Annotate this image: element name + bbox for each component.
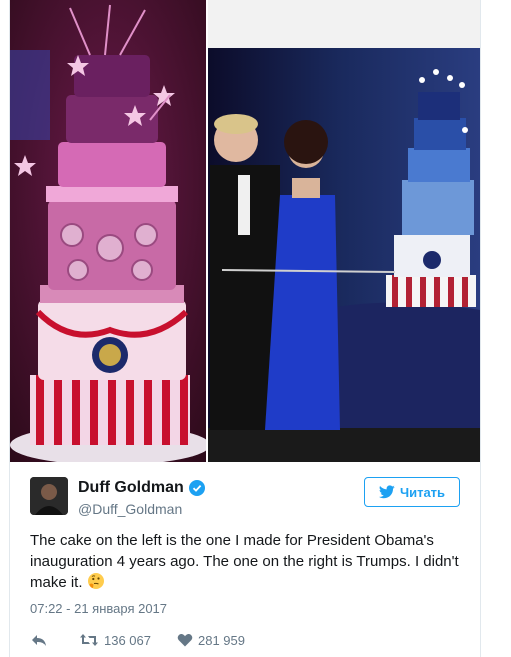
cake-comparison-image: [10, 0, 480, 462]
obama-cake-photo: [10, 0, 210, 462]
verified-badge-icon: [188, 480, 205, 496]
like-count: 281 959: [198, 632, 245, 648]
reply-icon: [32, 635, 46, 646]
trump-cake-photo: [208, 0, 480, 462]
reply-button[interactable]: [30, 632, 53, 648]
like-icon: [177, 633, 193, 647]
follow-button-label: Читать: [399, 484, 446, 500]
twitter-bird-icon: [378, 485, 395, 499]
thinking-face-emoji: [87, 573, 104, 589]
retweet-button[interactable]: 136 067: [79, 633, 151, 648]
tweet-card: Duff Goldman @Duff_Goldman Читать The ca…: [9, 0, 481, 657]
like-button[interactable]: 281 959: [177, 633, 245, 648]
tweet-photo[interactable]: [10, 0, 480, 462]
handle[interactable]: @Duff_Goldman: [78, 501, 182, 517]
retweet-count: 136 067: [104, 632, 151, 648]
name-row: Duff Goldman: [78, 479, 205, 497]
tweet-header: Duff Goldman @Duff_Goldman Читать: [10, 462, 480, 532]
avatar[interactable]: [30, 477, 68, 515]
timestamp[interactable]: 07:22 - 21 января 2017: [30, 601, 167, 616]
follow-button[interactable]: Читать: [364, 477, 460, 507]
tweet-actions: 136 067 281 959: [30, 630, 271, 650]
display-name[interactable]: Duff Goldman: [78, 479, 184, 497]
retweet-icon: [80, 634, 98, 646]
tweet-text: The cake on the left is the one I made f…: [30, 530, 460, 593]
